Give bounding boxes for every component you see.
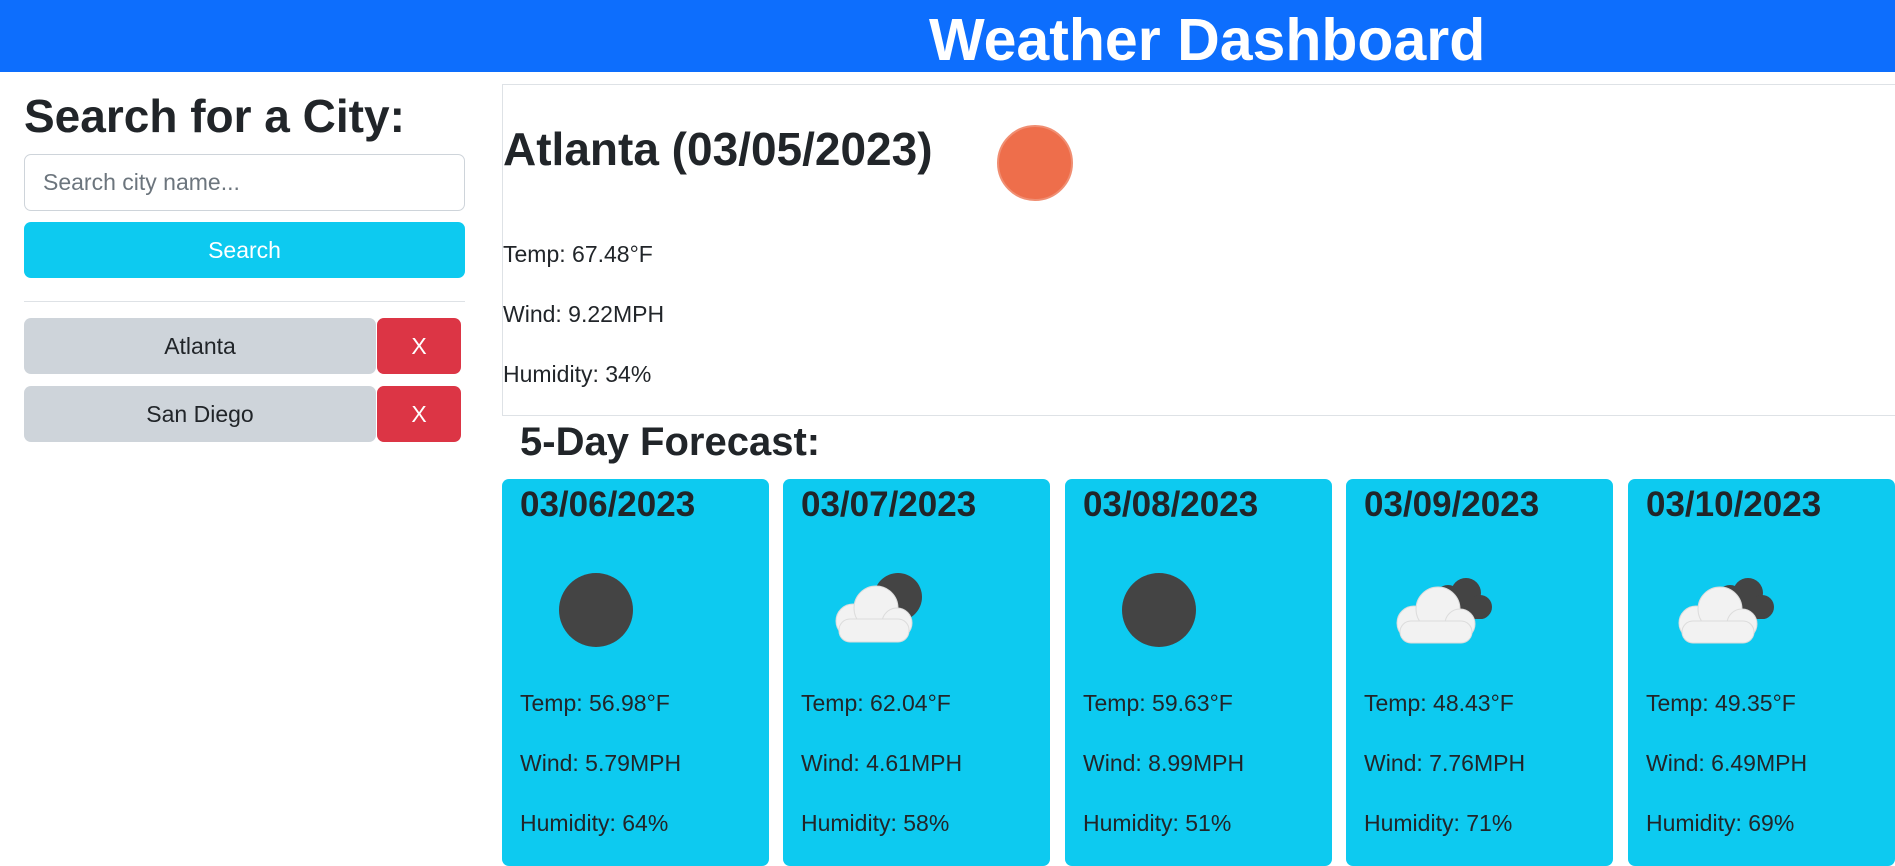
history-item: San Diego X (24, 386, 465, 442)
remove-city-button[interactable]: X (377, 386, 461, 442)
forecast-humidity: Humidity: 64% (520, 810, 669, 836)
forecast-temp: Temp: 49.35°F (1646, 690, 1796, 716)
forecast-wind: Wind: 7.76MPH (1364, 750, 1526, 776)
forecast-card: 03/09/2023 Temp: 48.43°F Wind: 7.76MPH H… (1346, 479, 1613, 866)
forecast-card: 03/08/2023 Temp: 59.63°F Wind: 8.99MPH H… (1065, 479, 1332, 866)
forecast-wind: Wind: 8.99MPH (1083, 750, 1245, 776)
forecast-date: 03/07/2023 (801, 485, 977, 524)
forecast-temp: Temp: 62.04°F (801, 690, 951, 716)
forecast-temp: Temp: 56.98°F (520, 690, 670, 716)
search-heading: Search for a City: (24, 90, 405, 142)
moon-icon (1122, 573, 1196, 647)
header-bar: Weather Dashboard (0, 0, 1895, 73)
history-city-button[interactable]: San Diego (24, 386, 376, 442)
cloud-moon-icon (835, 573, 922, 643)
forecast-date: 03/10/2023 (1646, 485, 1822, 524)
forecast-wind: Wind: 5.79MPH (520, 750, 682, 776)
sun-icon (997, 125, 1073, 201)
history-item: Atlanta X (24, 318, 465, 374)
moon-icon (559, 573, 633, 647)
divider (24, 301, 465, 302)
forecast-humidity: Humidity: 69% (1646, 810, 1795, 836)
forecast-card: 03/07/2023 Temp: 62.04°F Wind: 4.61MPH H… (783, 479, 1050, 866)
forecast-wind: Wind: 4.61MPH (801, 750, 963, 776)
page-title: Weather Dashboard (929, 7, 1486, 73)
broken-clouds-icon (1678, 578, 1774, 644)
current-wind: Wind: 9.22MPH (503, 301, 665, 327)
forecast-humidity: Humidity: 51% (1083, 810, 1232, 836)
forecast-humidity: Humidity: 71% (1364, 810, 1513, 836)
current-city-title: Atlanta (03/05/2023) (503, 123, 933, 175)
forecast-heading: 5-Day Forecast: (520, 420, 821, 464)
current-temp: Temp: 67.48°F (503, 241, 653, 267)
current-weather-panel: Atlanta (03/05/2023) Temp: 67.48°F Wind:… (502, 84, 1895, 416)
broken-clouds-icon (1396, 578, 1492, 644)
history-city-button[interactable]: Atlanta (24, 318, 376, 374)
current-humidity: Humidity: 34% (503, 361, 652, 387)
forecast-temp: Temp: 59.63°F (1083, 690, 1233, 716)
forecast-card: 03/10/2023 Temp: 49.35°F Wind: 6.49MPH H… (1628, 479, 1895, 866)
forecast-card: 03/06/2023 Temp: 56.98°F Wind: 5.79MPH H… (502, 479, 769, 866)
remove-city-button[interactable]: X (377, 318, 461, 374)
forecast-temp: Temp: 48.43°F (1364, 690, 1514, 716)
forecast-wind: Wind: 6.49MPH (1646, 750, 1808, 776)
forecast-date: 03/08/2023 (1083, 485, 1259, 524)
forecast-date: 03/06/2023 (520, 485, 696, 524)
forecast-date: 03/09/2023 (1364, 485, 1540, 524)
forecast-humidity: Humidity: 58% (801, 810, 950, 836)
search-button[interactable]: Search (24, 222, 465, 278)
search-input[interactable] (24, 154, 465, 211)
